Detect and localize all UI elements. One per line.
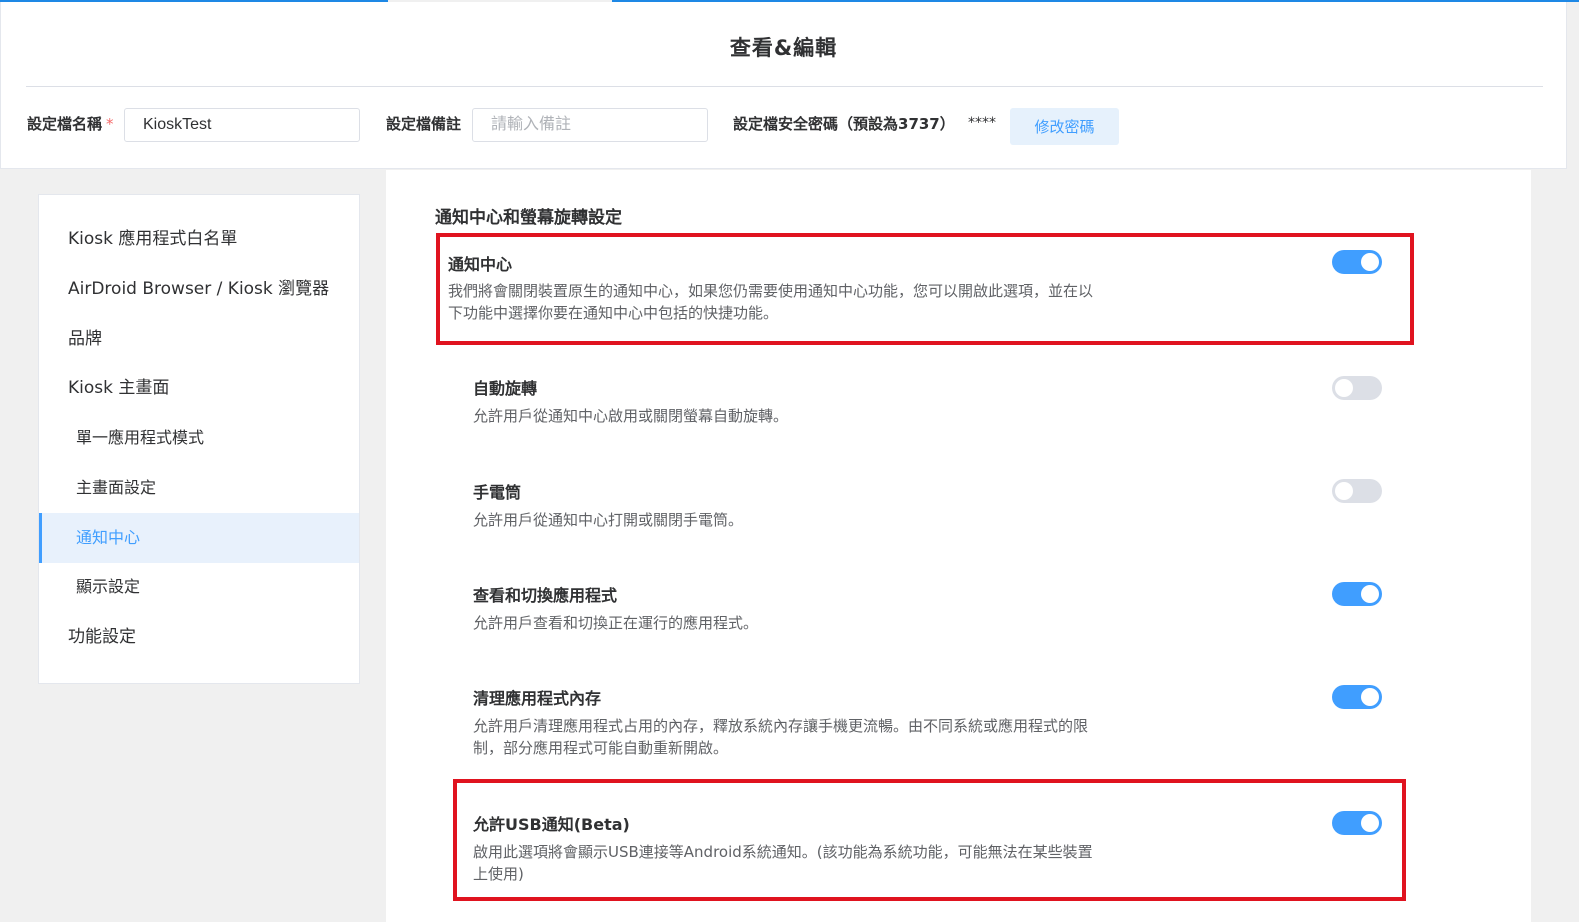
profile-note-input[interactable] <box>472 108 708 142</box>
toggle-knob <box>1361 585 1379 603</box>
header-divider <box>26 86 1543 87</box>
toggle-knob <box>1335 379 1353 397</box>
profile-header: 查看&編輯 設定檔名稱* 設定檔備註 設定檔安全密碼（預設為3737） ****… <box>0 2 1567 169</box>
settings-sidebar: Kiosk 應用程式白名單 AirDroid Browser / Kiosk 瀏… <box>38 194 360 684</box>
setting-title: 手電筒 <box>473 483 522 502</box>
setting-title: 查看和切換應用程式 <box>473 586 618 605</box>
flashlight-toggle[interactable] <box>1332 479 1382 503</box>
section-title: 通知中心和螢幕旋轉設定 <box>435 208 622 228</box>
sidebar-item-notification-center[interactable]: 通知中心 <box>39 513 359 563</box>
sidebar-item-kiosk-browser[interactable]: AirDroid Browser / Kiosk 瀏覽器 <box>39 264 359 314</box>
sidebar-item-display-settings[interactable]: 顯示設定 <box>39 562 359 612</box>
highlight-box-usb-notifications <box>453 779 1406 901</box>
profile-note-label: 設定檔備註 <box>386 115 462 133</box>
sidebar-item-app-whitelist[interactable]: Kiosk 應用程式白名單 <box>39 214 359 264</box>
profile-name-input[interactable] <box>124 108 360 142</box>
clear-app-memory-toggle[interactable] <box>1332 685 1382 709</box>
security-password-label: 設定檔安全密碼（預設為3737） <box>733 115 955 133</box>
settings-main-panel: 通知中心和螢幕旋轉設定 通知中心 我們將會關閉裝置原生的通知中心，如果您仍需要使… <box>386 170 1531 922</box>
sidebar-item-kiosk-home[interactable]: Kiosk 主畫面 <box>39 363 359 413</box>
sidebar-item-home-settings[interactable]: 主畫面設定 <box>39 463 359 513</box>
setting-description: 允許用戶從通知中心啟用或關閉螢幕自動旋轉。 <box>473 407 789 425</box>
highlight-box-notification-center <box>436 233 1414 345</box>
page-title: 查看&編輯 <box>729 36 838 60</box>
toggle-knob <box>1335 482 1353 500</box>
sidebar-item-single-app-mode[interactable]: 單一應用程式模式 <box>39 413 359 463</box>
required-asterisk: * <box>106 115 114 133</box>
view-switch-apps-toggle[interactable] <box>1332 582 1382 606</box>
masked-password: **** <box>968 115 996 131</box>
change-password-button[interactable]: 修改密碼 <box>1010 108 1119 145</box>
setting-description: 允許用戶從通知中心打開或關閉手電筒。 <box>473 511 744 529</box>
setting-description: 允許用戶清理應用程式占用的內存，釋放系統內存讓手機更流暢。由不同系統或應用程式的… <box>473 717 1089 757</box>
profile-name-label: 設定檔名稱 * <box>27 115 114 133</box>
setting-title: 清理應用程式內存 <box>473 689 602 708</box>
setting-description: 允許用戶查看和切換正在運行的應用程式。 <box>473 614 759 632</box>
sidebar-item-feature-settings[interactable]: 功能設定 <box>39 612 359 662</box>
toggle-knob <box>1361 688 1379 706</box>
auto-rotate-toggle[interactable] <box>1332 376 1382 400</box>
setting-title: 自動旋轉 <box>473 379 538 398</box>
sidebar-item-branding[interactable]: 品牌 <box>39 314 359 364</box>
